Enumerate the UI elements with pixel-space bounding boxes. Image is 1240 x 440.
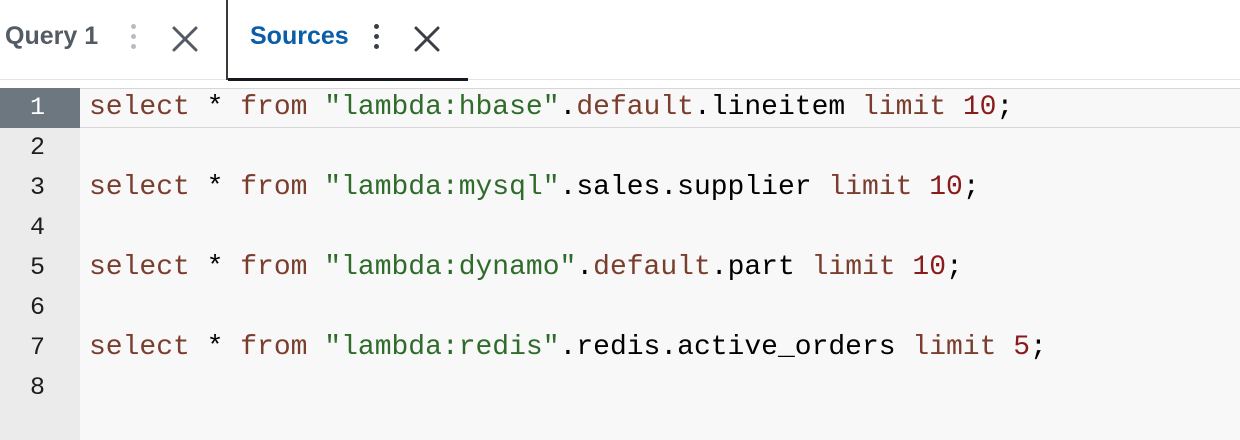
code-text: select * from "lambda:redis".redis.activ… bbox=[89, 328, 1047, 368]
more-options-icon[interactable] bbox=[372, 24, 380, 54]
code-token-kw: default bbox=[576, 92, 694, 123]
code-token-num: 10 bbox=[912, 252, 947, 283]
line-number: 1 bbox=[0, 88, 80, 128]
code-token-plain: ; bbox=[996, 92, 1014, 123]
code-token-str: "lambda:mysql" bbox=[324, 172, 560, 203]
close-icon[interactable] bbox=[412, 24, 442, 54]
code-line[interactable]: 1 select * from "lambda:hbase".default.li… bbox=[0, 88, 1240, 128]
code-token-plain: . bbox=[576, 252, 594, 283]
close-icon[interactable] bbox=[170, 24, 200, 54]
line-number: 2 bbox=[30, 133, 46, 162]
code-line[interactable]: 8 bbox=[0, 368, 1240, 408]
code-token-kw: from bbox=[240, 92, 308, 123]
code-token-plain: .sales.supplier bbox=[559, 172, 829, 203]
code-token-kw: select bbox=[89, 332, 190, 363]
line-number: 5 bbox=[30, 253, 46, 282]
code-text: select * from "lambda:hbase".default.lin… bbox=[89, 88, 1013, 128]
code-line[interactable]: 2 bbox=[0, 128, 1240, 168]
editor-tab-bar: Query 1 Sources bbox=[0, 0, 1240, 81]
code-token-kw: from bbox=[240, 172, 308, 203]
code-token-num: 10 bbox=[929, 172, 963, 203]
code-token-plain: * bbox=[189, 332, 241, 363]
code-line[interactable]: 4 bbox=[0, 208, 1240, 248]
code-token-str: "lambda:redis" bbox=[324, 332, 560, 363]
code-token-plain: .redis.active_orders bbox=[559, 332, 913, 363]
code-token-str: "lambda:hbase" bbox=[324, 92, 560, 123]
code-text: select * from "lambda:dynamo".default.pa… bbox=[89, 248, 963, 288]
code-token-plain: * bbox=[189, 92, 241, 123]
code-token-kw: from bbox=[240, 252, 308, 283]
more-options-icon[interactable] bbox=[129, 24, 137, 54]
line-number: 6 bbox=[30, 293, 46, 322]
code-token-kw: limit bbox=[811, 252, 896, 283]
tab-query-1[interactable]: Query 1 bbox=[0, 0, 226, 80]
line-number: 8 bbox=[30, 373, 46, 402]
code-token-plain: .lineitem bbox=[693, 92, 862, 123]
code-token-kw: limit bbox=[828, 172, 913, 203]
code-token-kw: limit bbox=[912, 332, 997, 363]
code-token-kw: limit bbox=[862, 92, 947, 123]
code-token-kw: from bbox=[240, 332, 308, 363]
line-number: 3 bbox=[30, 173, 46, 202]
code-token-num: 5 bbox=[1013, 332, 1031, 363]
code-token-plain: ; bbox=[962, 172, 980, 203]
code-line[interactable]: 5 select * from "lambda:dynamo".default.p… bbox=[0, 248, 1240, 288]
code-token-plain: .part bbox=[710, 252, 812, 283]
code-token-plain: * bbox=[189, 252, 241, 283]
code-token-str: "lambda:dynamo" bbox=[324, 252, 577, 283]
code-line[interactable]: 7 select * from "lambda:redis".redis.acti… bbox=[0, 328, 1240, 368]
tab-label: Sources bbox=[250, 22, 349, 50]
code-token-plain: ; bbox=[946, 252, 963, 283]
code-token-kw: select bbox=[89, 252, 190, 283]
code-token-kw: default bbox=[593, 252, 711, 283]
code-token-kw: select bbox=[89, 172, 190, 203]
code-line[interactable]: 6 bbox=[0, 288, 1240, 328]
code-line[interactable]: 3 select * from "lambda:mysql".sales.supp… bbox=[0, 168, 1240, 208]
code-token-plain: . bbox=[559, 92, 577, 123]
tab-label: Query 1 bbox=[5, 22, 99, 50]
line-number: 7 bbox=[30, 333, 46, 362]
code-token-plain: * bbox=[189, 172, 241, 203]
tab-sources[interactable]: Sources bbox=[226, 0, 468, 81]
code-text: select * from "lambda:mysql".sales.suppl… bbox=[89, 168, 980, 208]
line-number: 4 bbox=[30, 213, 46, 242]
code-token-kw: select bbox=[89, 92, 190, 123]
code-token-plain: ; bbox=[1030, 332, 1047, 363]
sql-code-editor[interactable]: 1 select * from "lambda:hbase".default.li… bbox=[0, 88, 1240, 440]
code-token-num: 10 bbox=[962, 92, 997, 123]
